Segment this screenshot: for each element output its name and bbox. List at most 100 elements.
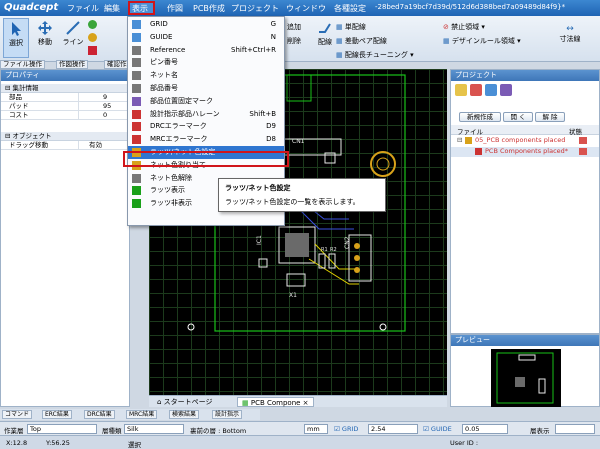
property-row: ドラッグ移動 有効 (1, 141, 129, 150)
guide-label: GUIDE (430, 425, 452, 433)
menu-item-highlight-frame (123, 151, 289, 167)
tab-draw-ops[interactable]: 作図操作 (56, 60, 88, 69)
property-value: 9 (78, 93, 128, 102)
menu-item-shortcut: Shift+Ctrl+R (231, 45, 276, 54)
tab-drc-result[interactable]: DRC結果 (84, 410, 115, 419)
reference-icon (132, 45, 141, 55)
status-bar: X:12.8 Y:56.25 選択 User ID : (0, 435, 600, 449)
menu-item-pin-number[interactable]: ピン番号 (128, 56, 284, 69)
layer-select[interactable]: Top (27, 424, 97, 434)
project-folder-icon[interactable] (455, 84, 467, 96)
new-project-button[interactable]: 新規作成 (459, 112, 501, 122)
col-status: 状態 (569, 128, 582, 136)
list-item[interactable]: ⊟ 05_PCB components placed (451, 136, 599, 146)
menu-item-label: ネット色解除 (150, 173, 192, 182)
tab-command[interactable]: コマンド (2, 410, 33, 419)
menu-settings[interactable]: 各種設定 (334, 3, 366, 14)
layer-display-select[interactable] (555, 424, 595, 434)
menu-window[interactable]: ウィンドウ (286, 3, 326, 14)
menu-project[interactable]: プロジェクト (231, 3, 279, 14)
face-layer-label: 裏前の層 : Bottom (190, 427, 247, 435)
tuning-button[interactable]: ▦ 配線長チューニング ▾ (336, 50, 414, 60)
grid-select[interactable]: 2.54 (368, 424, 418, 434)
menu-item-net-name[interactable]: ネット名 (128, 69, 284, 82)
prohibit-area-button[interactable]: ⊘ 禁止領域 ▾ (443, 22, 485, 32)
unit-select[interactable]: mm (304, 424, 328, 434)
tab-start-page[interactable]: ⌂ スタートページ (153, 397, 217, 407)
home-icon: ⌂ (157, 398, 164, 406)
menu-item-drc-error[interactable]: DRCエラーマーク D9 (128, 120, 284, 133)
property-value[interactable]: 有効 (78, 141, 128, 150)
tab-design-instruction[interactable]: 設計指示 (212, 410, 243, 419)
route-icon (319, 23, 331, 33)
pcb-doc-icon: ▦ (242, 399, 251, 407)
tab-mrc-result[interactable]: MRC結果 (126, 410, 158, 419)
property-row: パッド 95 (1, 102, 129, 111)
tuning-label: 配線長チューニング (344, 51, 408, 59)
tab-erc-result[interactable]: ERC結果 (42, 410, 72, 419)
window-title: -28bed7a19bcf7d39d/512d6d388bed7a09489d8… (375, 3, 566, 11)
delete-button[interactable]: 削除 (287, 36, 301, 46)
guide-checkbox[interactable]: ☑ GUIDE (423, 425, 452, 433)
layer-toolbar: 作業層 Top 層種類 Silk 裏前の層 : Bottom mm ☑ GRID… (0, 421, 600, 435)
single-route-button[interactable]: ▦ 単配線 (336, 22, 366, 32)
preview-canvas[interactable] (491, 349, 561, 407)
pcb-file-icon (475, 148, 482, 155)
open-project-button[interactable]: 開 く (503, 112, 533, 122)
menu-item-lock-mark[interactable]: 部品位置固定マーク (128, 95, 284, 108)
guide-icon (132, 32, 141, 42)
mount-hole-inner (376, 157, 390, 171)
layer-type-select[interactable]: Silk (124, 424, 184, 434)
design-rule-area-button[interactable]: ▦ デザインルール領域 ▾ (443, 36, 521, 46)
circle-tool-icon[interactable] (88, 20, 97, 29)
tab-file-ops[interactable]: ファイル操作 (0, 60, 45, 69)
project-name: 05_PCB components placed (475, 136, 566, 144)
tooltip: ラッツ/ネット色設定 ラッツ/ネット色設定の一覧を表示します。 (218, 178, 386, 212)
c-footprint (258, 258, 268, 268)
list-item[interactable]: PCB Components placed* (451, 147, 599, 157)
dimension-button[interactable]: ↔ 寸法線 (555, 24, 585, 44)
remove-project-button[interactable]: 解 除 (535, 112, 565, 122)
menu-item-mrc-error[interactable]: MRCエラーマーク D8 (128, 133, 284, 146)
menu-item-guide[interactable]: GUIDE N (128, 31, 284, 44)
select-button[interactable]: 選択 (3, 18, 29, 58)
tab-search-result[interactable]: 検索結果 (169, 410, 200, 419)
property-panel: プロパティ ⊟ 集計情報 部品 9 パッド 95 コスト 0 ⊟ オブジェクト ドラッ… (0, 69, 130, 407)
collapse-icon[interactable]: ⊟ (457, 136, 462, 144)
project-purple-icon[interactable] (500, 84, 512, 96)
arc-tool-icon[interactable] (88, 33, 97, 42)
project-blue-icon[interactable] (485, 84, 497, 96)
menu-item-part-number[interactable]: 部品番号 (128, 82, 284, 95)
preview-board (496, 352, 554, 404)
move-label: 移動 (38, 38, 52, 46)
menu-item-reference[interactable]: Reference Shift+Ctrl+R (128, 44, 284, 57)
project-list-header: ファイル 状態 (451, 125, 599, 136)
move-button[interactable]: 移動 (32, 18, 58, 47)
add-button[interactable]: 追加 (287, 22, 301, 32)
rect-tool-icon[interactable] (88, 46, 97, 55)
menu-item-design-instruction[interactable]: 設計指示部品ハレーン Shift+B (128, 108, 284, 121)
menu-item-grid[interactable]: GRID G (128, 18, 284, 31)
menu-pcb[interactable]: PCB作成 (193, 3, 225, 14)
board-notch (286, 74, 312, 102)
project-red-icon[interactable] (470, 84, 482, 96)
menu-draw[interactable]: 作図 (167, 3, 183, 14)
grid-checkbox[interactable]: ☑ GRID (334, 425, 358, 433)
line-button[interactable]: ライン (58, 18, 88, 47)
menu-edit[interactable]: 編集 (104, 3, 120, 14)
ic1-body (285, 233, 309, 257)
menu-view[interactable]: 表示 (132, 3, 148, 14)
menu-item-shortcut: G (270, 20, 276, 28)
route-button[interactable]: 配線 (312, 18, 338, 47)
menu-file[interactable]: ファイル (67, 3, 99, 14)
diff-pair-button[interactable]: ▦ 差動ペア配線 (336, 36, 387, 46)
guide-select[interactable]: 0.05 (462, 424, 508, 434)
net-color-clear-icon (132, 173, 141, 183)
net-name-icon (132, 71, 141, 81)
cn2-pad (354, 255, 360, 261)
x1-label: X1 (289, 292, 297, 299)
r2-label: R2 (330, 247, 337, 253)
group-summary[interactable]: ⊟ 集計情報 (1, 84, 129, 93)
tab-pcb-components[interactable]: ▦ PCB Compone × (237, 397, 314, 407)
group-object[interactable]: ⊟ オブジェクト (1, 132, 129, 141)
